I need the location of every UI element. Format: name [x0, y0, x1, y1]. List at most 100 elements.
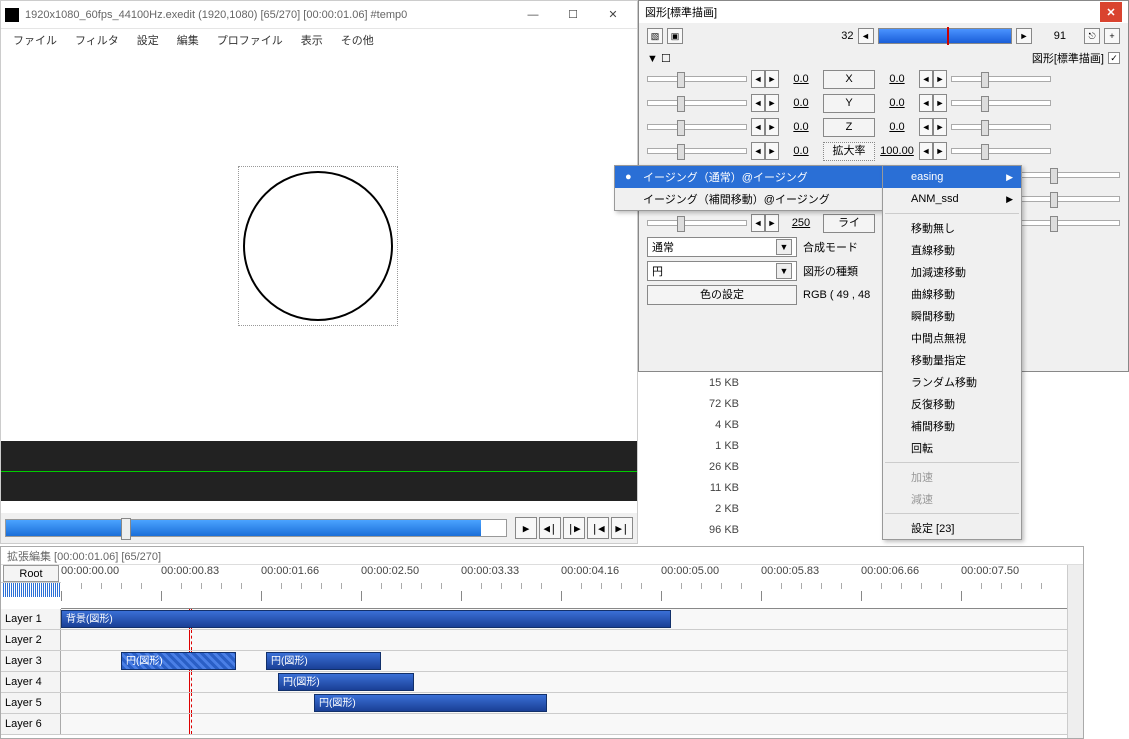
param-name-button[interactable]: 拡大率 — [823, 142, 875, 161]
shape-type-combo[interactable]: 円▼ — [647, 261, 797, 281]
layer-track[interactable] — [61, 630, 1083, 650]
time-ruler[interactable]: 00:00:00.0000:00:00.8300:00:01.6600:00:0… — [61, 565, 1083, 609]
param-name-button[interactable]: ライ — [823, 214, 875, 233]
frame-next-button[interactable]: ► — [1016, 28, 1032, 44]
add-icon[interactable]: + — [1104, 28, 1120, 44]
menu-settings[interactable]: 設定 — [129, 30, 167, 50]
timeline-clip[interactable]: 円(図形) — [266, 652, 381, 670]
step-back-button[interactable]: ◀| — [539, 517, 561, 539]
ctx-item-easing-normal[interactable]: ● イージング（通常）@イージング — [615, 166, 883, 188]
ctx-item[interactable]: 反復移動 — [883, 393, 1021, 415]
minimize-button[interactable]: — — [513, 3, 553, 27]
layer-label[interactable]: Layer 4 — [1, 672, 61, 692]
timeline-clip[interactable]: 円(図形) — [314, 694, 547, 712]
layer-track[interactable]: 円(図形) — [61, 693, 1083, 713]
dec-button[interactable]: ◄ — [751, 118, 765, 136]
section-checkbox[interactable]: ✓ — [1108, 52, 1120, 64]
layer-track[interactable] — [61, 714, 1083, 734]
toggle-icon-2[interactable]: ▣ — [667, 28, 683, 44]
dec-button[interactable]: ◄ — [751, 70, 765, 88]
dec-button[interactable]: ◄ — [751, 142, 765, 160]
param-slider-right[interactable] — [951, 124, 1051, 130]
ctx-item[interactable]: 回転 — [883, 437, 1021, 459]
blend-mode-combo[interactable]: 通常▼ — [647, 237, 797, 257]
close-button[interactable]: ✕ — [593, 3, 633, 27]
inc-button[interactable]: ► — [765, 118, 779, 136]
dec-button[interactable]: ◄ — [919, 94, 933, 112]
param-slider-right[interactable] — [1020, 196, 1120, 202]
layer-label[interactable]: Layer 2 — [1, 630, 61, 650]
dec-button[interactable]: ◄ — [751, 94, 765, 112]
goto-end-button[interactable]: ▶| — [611, 517, 633, 539]
param-name-button[interactable]: Z — [823, 118, 875, 137]
param-value-left[interactable]: 0.0 — [783, 121, 819, 133]
anchor-icon[interactable]: ⎋ — [1084, 28, 1100, 44]
menu-edit[interactable]: 編集 — [169, 30, 207, 50]
inc-button[interactable]: ► — [933, 142, 947, 160]
ctx-item[interactable]: easing▶ — [883, 166, 1021, 188]
menu-profile[interactable]: プロファイル — [209, 30, 291, 50]
ctx-item[interactable]: 移動無し — [883, 217, 1021, 239]
dec-button[interactable]: ◄ — [919, 118, 933, 136]
param-name-button[interactable]: X — [823, 70, 875, 89]
param-slider-left[interactable] — [647, 220, 747, 226]
play-button[interactable]: ▶ — [515, 517, 537, 539]
expand-toggle[interactable]: ▼ ☐ — [647, 52, 671, 65]
root-button[interactable]: Root — [3, 565, 59, 582]
menu-view[interactable]: 表示 — [293, 30, 331, 50]
timeline-clip[interactable]: 円(図形) — [121, 652, 236, 670]
param-slider-left[interactable] — [647, 148, 747, 154]
timeline-clip[interactable]: 背景(図形) — [61, 610, 671, 628]
param-slider-right[interactable] — [951, 76, 1051, 82]
menu-file[interactable]: ファイル — [5, 30, 65, 50]
layer-track[interactable]: 円(図形) 円(図形) — [61, 651, 1083, 671]
param-slider-right[interactable] — [951, 148, 1051, 154]
param-value-right[interactable]: 100.00 — [879, 145, 915, 157]
scrollbar-vertical[interactable] — [1067, 565, 1083, 738]
property-titlebar[interactable]: 図形[標準描画] ✕ — [639, 1, 1128, 23]
param-value-right[interactable]: 0.0 — [879, 97, 915, 109]
inc-button[interactable]: ► — [933, 70, 947, 88]
param-value-left[interactable]: 0.0 — [783, 97, 819, 109]
inc-button[interactable]: ► — [765, 142, 779, 160]
ctx-item-easing-interp[interactable]: イージング（補間移動）@イージング — [615, 188, 883, 210]
timeline-clip[interactable]: 円(図形) — [278, 673, 414, 691]
inc-button[interactable]: ► — [765, 70, 779, 88]
ctx-item[interactable]: 移動量指定 — [883, 349, 1021, 371]
menu-other[interactable]: その他 — [333, 30, 382, 50]
param-value-right[interactable]: 0.0 — [879, 73, 915, 85]
seek-slider[interactable] — [5, 519, 507, 537]
ctx-item[interactable]: ANM_ssd▶ — [883, 188, 1021, 210]
inc-button[interactable]: ► — [765, 94, 779, 112]
param-slider-left[interactable] — [647, 76, 747, 82]
dec-button[interactable]: ◄ — [919, 142, 933, 160]
layer-label[interactable]: Layer 3 — [1, 651, 61, 671]
close-icon[interactable]: ✕ — [1100, 2, 1122, 22]
color-button[interactable]: 色の設定 — [647, 285, 797, 305]
param-name-button[interactable]: Y — [823, 94, 875, 113]
toggle-icon-1[interactable]: ▧ — [647, 28, 663, 44]
param-value-right[interactable]: 0.0 — [879, 121, 915, 133]
ctx-item[interactable]: 曲線移動 — [883, 283, 1021, 305]
layer-track[interactable]: 円(図形) — [61, 672, 1083, 692]
menu-filter[interactable]: フィルタ — [67, 30, 127, 50]
inc-button[interactable]: ► — [933, 118, 947, 136]
seek-handle[interactable] — [121, 518, 131, 540]
param-value-left[interactable]: 0.0 — [783, 145, 819, 157]
ctx-item[interactable]: 直線移動 — [883, 239, 1021, 261]
ctx-item[interactable]: 中間点無視 — [883, 327, 1021, 349]
layer-label[interactable]: Layer 5 — [1, 693, 61, 713]
param-slider-left[interactable] — [647, 100, 747, 106]
ctx-item[interactable]: 瞬間移動 — [883, 305, 1021, 327]
param-slider-right[interactable] — [951, 100, 1051, 106]
layer-label[interactable]: Layer 1 — [1, 609, 61, 629]
preview-canvas[interactable] — [1, 51, 637, 441]
param-value-left[interactable]: 0.0 — [783, 73, 819, 85]
titlebar[interactable]: 1920x1080_60fps_44100Hz.exedit (1920,108… — [1, 1, 637, 29]
param-slider-left[interactable] — [647, 124, 747, 130]
dec-button[interactable]: ◄ — [919, 70, 933, 88]
goto-start-button[interactable]: |◀ — [587, 517, 609, 539]
step-fwd-button[interactable]: |▶ — [563, 517, 585, 539]
inc-button[interactable]: ► — [933, 94, 947, 112]
maximize-button[interactable]: ☐ — [553, 3, 593, 27]
